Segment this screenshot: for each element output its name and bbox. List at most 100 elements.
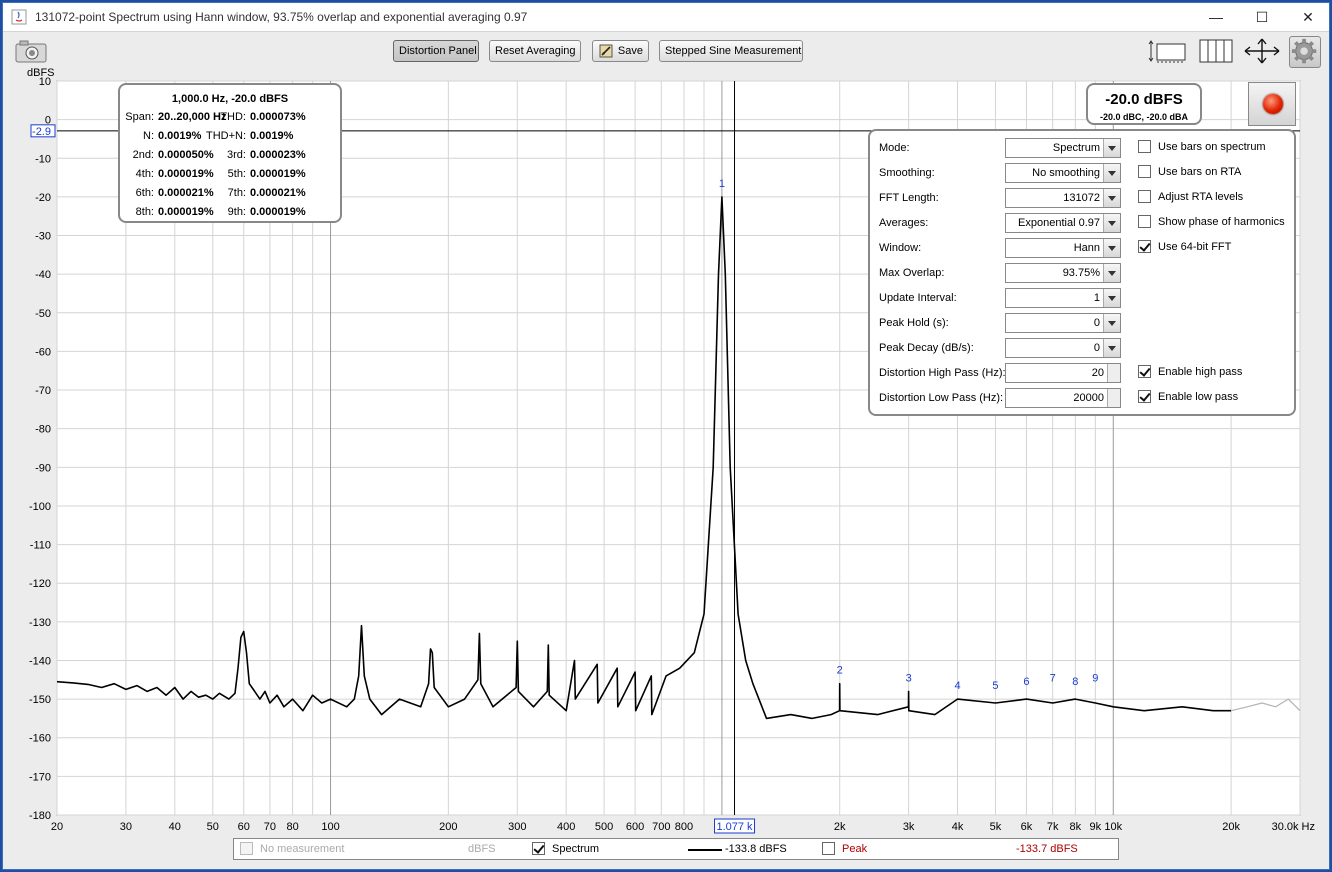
- settings-row: Averages: Exponential 0.97 Show phase of h…: [870, 213, 1294, 235]
- checkbox[interactable]: [1138, 390, 1151, 403]
- settings-dropdown[interactable]: Spectrum: [1005, 138, 1121, 158]
- chevron-down-icon[interactable]: [1103, 339, 1120, 357]
- spin-up-icon[interactable]: [1107, 364, 1120, 373]
- legend-peak-label: Peak: [842, 843, 868, 855]
- checkbox-label: Show phase of harmonics: [1158, 216, 1285, 228]
- checkbox[interactable]: [1138, 165, 1151, 178]
- chevron-down-icon[interactable]: [1103, 239, 1120, 257]
- settings-row: Max Overlap: 93.75%: [870, 263, 1294, 285]
- stats-row: Span: 20..20,000 Hz THD: 0.000073%: [120, 111, 340, 127]
- chevron-down-icon[interactable]: [1103, 314, 1120, 332]
- checkbox[interactable]: [1138, 140, 1151, 153]
- checkbox-label: Use bars on RTA: [1158, 166, 1242, 178]
- spin-up-icon[interactable]: [1107, 389, 1120, 398]
- spinner-value: 20: [1091, 367, 1104, 379]
- spin-down-icon[interactable]: [1107, 398, 1120, 407]
- harmonic-marker-label: 5: [992, 680, 998, 692]
- chevron-down-icon[interactable]: [1103, 189, 1120, 207]
- harmonic-marker-label: 7: [1050, 672, 1056, 684]
- settings-spinner[interactable]: 20000: [1005, 388, 1121, 408]
- y-tick-labels: 100-10-20-30-40-50-60-70-80-90-100-110-1…: [29, 76, 51, 822]
- stats-row: 8th: 0.000019% 9th: 0.000019%: [120, 206, 340, 222]
- x-tick-label: 10k: [1104, 821, 1122, 833]
- settings-dropdown[interactable]: 131072: [1005, 188, 1121, 208]
- settings-checkbox-item[interactable]: Show phase of harmonics: [1138, 213, 1332, 231]
- x-tick-label: 8k: [1070, 821, 1082, 833]
- stats-label: 8th:: [135, 206, 154, 218]
- x-tick-label: 2k: [834, 821, 846, 833]
- chevron-down-icon[interactable]: [1103, 264, 1120, 282]
- dropdown-value: 0: [1093, 342, 1100, 354]
- dropdown-value: 1: [1093, 292, 1100, 304]
- settings-checkbox-item[interactable]: Enable low pass: [1138, 388, 1332, 406]
- settings-row: Peak Decay (dB/s): 0: [870, 338, 1294, 360]
- legend-no-measurement-checkbox[interactable]: [240, 842, 253, 855]
- settings-checkbox-item[interactable]: Adjust RTA levels: [1138, 188, 1332, 206]
- spin-down-icon[interactable]: [1107, 373, 1120, 382]
- settings-checkbox-item[interactable]: Use bars on RTA: [1138, 163, 1332, 181]
- settings-label: Distortion High Pass (Hz):: [879, 367, 1006, 379]
- harmonic-marker-label: 2: [837, 665, 843, 677]
- x-tick-label: 600: [626, 821, 644, 833]
- settings-row: Update Interval: 1: [870, 288, 1294, 310]
- dropdown-value: Spectrum: [1052, 142, 1100, 154]
- x-tick-label: 200: [439, 821, 457, 833]
- dropdown-value: Exponential 0.97: [1018, 217, 1100, 229]
- settings-checkbox-item[interactable]: Use 64-bit FFT: [1138, 238, 1332, 256]
- stats-label: 2nd:: [132, 149, 154, 161]
- stats-value: 0.000073%: [250, 111, 306, 123]
- x-tick-label: 20: [51, 821, 63, 833]
- stats-label: 6th:: [135, 187, 154, 199]
- checkbox[interactable]: [1138, 190, 1151, 203]
- settings-dropdown[interactable]: Hann: [1005, 238, 1121, 258]
- chevron-down-icon[interactable]: [1103, 139, 1120, 157]
- settings-row: Smoothing: No smoothing Use bars on RTA: [870, 163, 1294, 185]
- settings-dropdown[interactable]: No smoothing: [1005, 163, 1121, 183]
- level-weighted: -20.0 dBC, -20.0 dBA: [1099, 112, 1189, 122]
- record-button[interactable]: [1248, 82, 1296, 126]
- x-tick-label: 800: [675, 821, 693, 833]
- stats-label: 9th:: [227, 206, 246, 218]
- x-tick-label: 500: [595, 821, 613, 833]
- x-tick-label: 400: [557, 821, 575, 833]
- settings-dropdown[interactable]: Exponential 0.97: [1005, 213, 1121, 233]
- dropdown-value: 93.75%: [1062, 267, 1100, 279]
- stats-value: 0.0019%: [158, 130, 202, 142]
- x-tick-label: 40: [169, 821, 181, 833]
- x-tick-label: 20k: [1222, 821, 1240, 833]
- y-tick-label: -80: [35, 424, 51, 436]
- settings-dropdown[interactable]: 1: [1005, 288, 1121, 308]
- stats-label: Span:: [125, 111, 154, 123]
- checkbox[interactable]: [1138, 215, 1151, 228]
- checkbox-label: Enable high pass: [1158, 366, 1243, 378]
- x-tick-label: 100: [321, 821, 339, 833]
- cursor-y-readout: -2.9: [32, 126, 51, 138]
- settings-dropdown[interactable]: 0: [1005, 338, 1121, 358]
- settings-label: Max Overlap:: [879, 267, 945, 279]
- checkbox[interactable]: [1138, 240, 1151, 253]
- y-tick-label: -170: [29, 771, 51, 783]
- settings-checkbox-item[interactable]: Enable high pass: [1138, 363, 1332, 381]
- y-tick-label: -70: [35, 385, 51, 397]
- y-tick-label: 10: [39, 76, 51, 88]
- x-tick-label: 5k: [990, 821, 1002, 833]
- settings-dropdown[interactable]: 93.75%: [1005, 263, 1121, 283]
- legend-peak-checkbox[interactable]: [822, 842, 835, 855]
- settings-dropdown[interactable]: 0: [1005, 313, 1121, 333]
- x-tick-label: 4k: [952, 821, 964, 833]
- legend-spectrum-checkbox[interactable]: [532, 842, 545, 855]
- y-tick-label: -110: [30, 540, 51, 552]
- settings-checkbox-item[interactable]: Use bars on spectrum: [1138, 138, 1332, 156]
- chevron-down-icon[interactable]: [1103, 214, 1120, 232]
- stats-label: 3rd:: [227, 149, 246, 161]
- x-tick-label: 6k: [1021, 821, 1033, 833]
- legend-bar: No measurement dBFS Spectrum -133.8 dBFS…: [233, 838, 1119, 860]
- y-tick-label: -160: [29, 733, 51, 745]
- chevron-down-icon[interactable]: [1103, 164, 1120, 182]
- chevron-down-icon[interactable]: [1103, 289, 1120, 307]
- stats-value: 0.000021%: [250, 187, 306, 199]
- dropdown-value: 131072: [1063, 192, 1100, 204]
- checkbox-label: Enable low pass: [1158, 391, 1239, 403]
- settings-spinner[interactable]: 20: [1005, 363, 1121, 383]
- checkbox[interactable]: [1138, 365, 1151, 378]
